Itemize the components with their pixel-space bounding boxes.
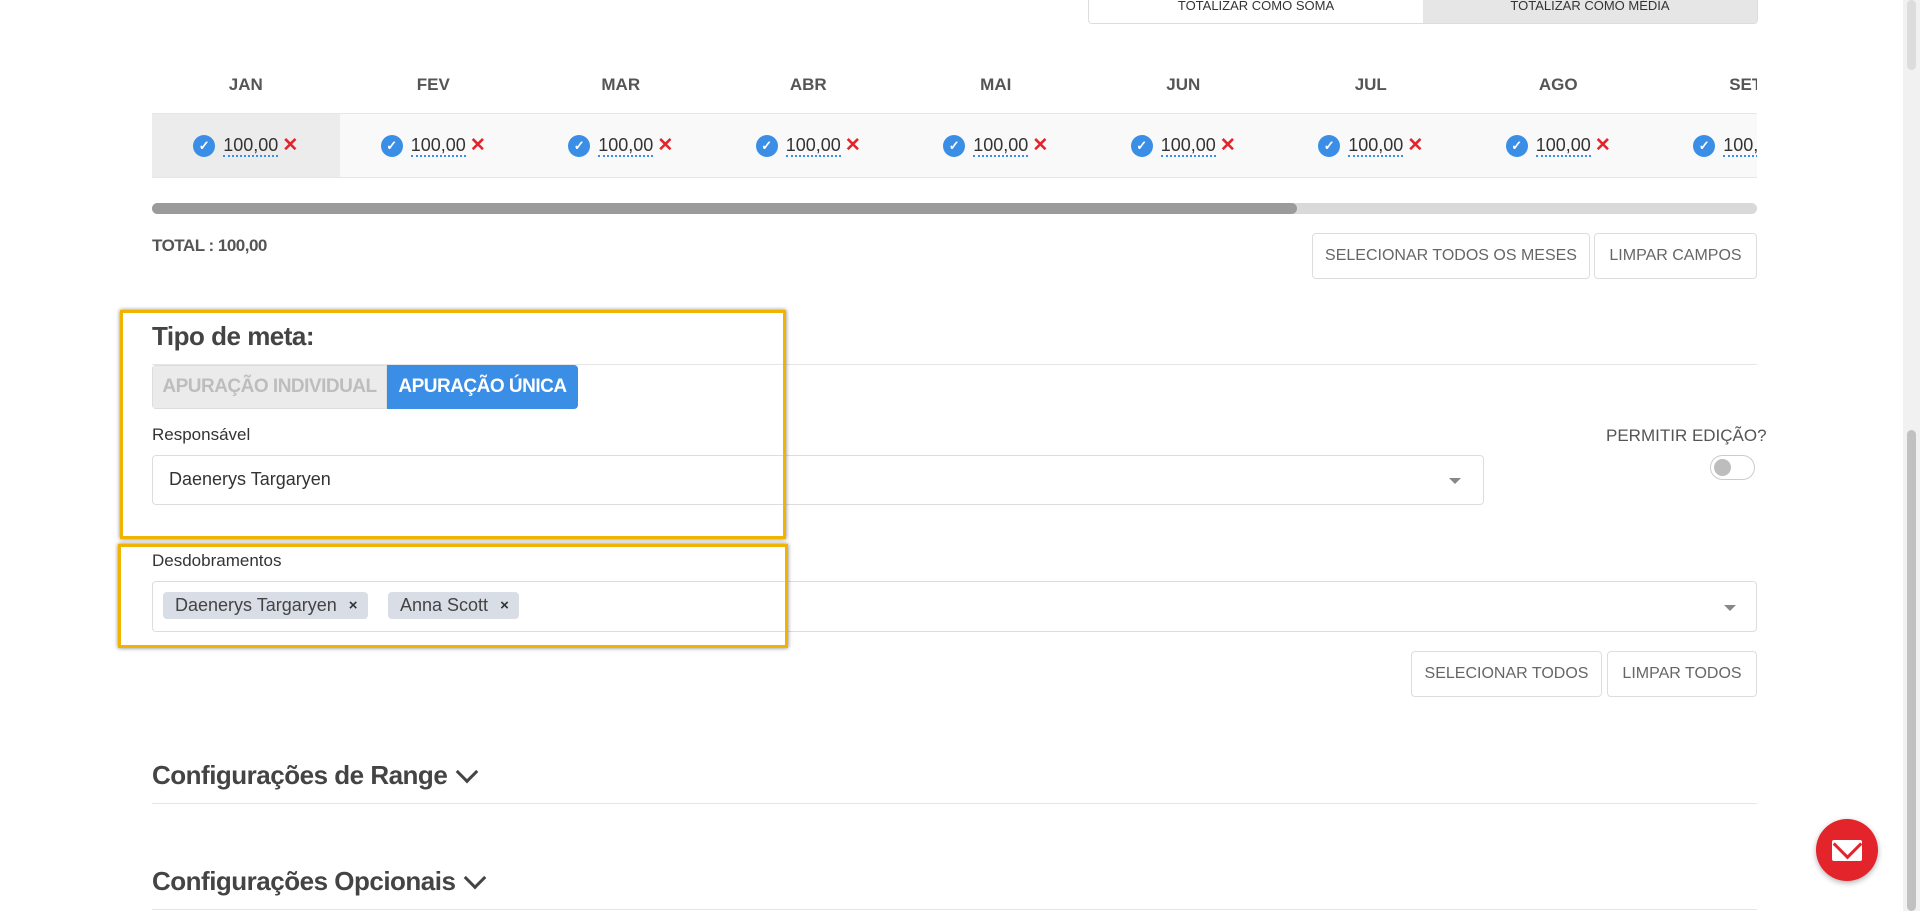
month-value[interactable]: 100,00 xyxy=(410,135,466,157)
divider xyxy=(152,909,1757,910)
month-cell: ✓ 100,00 ✕ xyxy=(1277,114,1465,177)
month-label: SET xyxy=(1729,75,1757,94)
apuracao-individual-button[interactable]: APURAÇÃO INDIVIDUAL xyxy=(152,365,387,409)
x-icon[interactable]: ✕ xyxy=(657,134,673,157)
selected-tag: Daenerys Targaryen × xyxy=(163,592,368,619)
month-cell: ✓ 100,00 ✕ xyxy=(1090,114,1278,177)
apuracao-unica-button[interactable]: APURAÇÃO ÚNICA xyxy=(387,365,578,409)
x-icon[interactable]: ✕ xyxy=(1220,134,1236,157)
month-cell: ✓ 100,00 ✕ xyxy=(1652,114,1757,177)
month-value[interactable]: 100,00 xyxy=(785,135,841,157)
totalizar-media-button[interactable]: TOTALIZAR COMO MÉDIA xyxy=(1423,0,1757,23)
permitir-edicao-label: PERMITIR EDIÇÃO? xyxy=(1606,426,1767,445)
divider xyxy=(152,803,1757,804)
month-label: MAI xyxy=(980,75,1012,94)
check-circle-icon[interactable]: ✓ xyxy=(193,134,216,157)
month-cell: ✓ 100,00 ✕ xyxy=(152,114,340,177)
responsavel-label: Responsável xyxy=(152,425,251,444)
clear-fields-button[interactable]: LIMPAR CAMPOS xyxy=(1594,233,1757,279)
scrollbar-thumb[interactable] xyxy=(152,203,1297,214)
selected-tag: Anna Scott × xyxy=(388,592,519,619)
month-value[interactable]: 100,00 xyxy=(1348,135,1404,157)
month-cell: ✓ 100,00 ✕ xyxy=(527,114,715,177)
permitir-edicao-toggle[interactable] xyxy=(1710,455,1755,480)
total-value: TOTAL : 100,00 xyxy=(152,236,267,255)
totalizar-soma-button[interactable]: TOTALIZAR COMO SOMA xyxy=(1089,0,1423,23)
desdobramentos-label: Desdobramentos xyxy=(152,551,282,570)
check-circle-icon[interactable]: ✓ xyxy=(1130,134,1153,157)
month-value[interactable]: 100,00 xyxy=(973,135,1029,157)
month-label: AGO xyxy=(1538,75,1578,94)
remove-tag-icon[interactable]: × xyxy=(349,597,358,614)
month-label: MAR xyxy=(601,75,641,94)
month-cell: ✓ 100,00 ✕ xyxy=(715,114,903,177)
month-label: JAN xyxy=(228,75,263,94)
totalizar-toggle: TOTALIZAR COMO SOMA TOTALIZAR COMO MÉDIA xyxy=(1088,0,1758,24)
month-value[interactable]: 100,00 xyxy=(1723,135,1757,157)
scrollbar-top-segment xyxy=(1907,0,1916,70)
optional-settings-title: Configurações Opcionais xyxy=(152,866,456,896)
tipo-meta-segmented-control: APURAÇÃO INDIVIDUAL APURAÇÃO ÚNICA xyxy=(152,365,578,409)
months-horizontal-scrollbar[interactable] xyxy=(152,203,1757,214)
x-icon[interactable]: ✕ xyxy=(1595,134,1611,157)
x-icon[interactable]: ✕ xyxy=(1407,134,1423,157)
month-label: ABR xyxy=(789,75,827,94)
range-settings-title: Configurações de Range xyxy=(152,760,448,790)
month-value[interactable]: 100,00 xyxy=(598,135,654,157)
responsavel-value: Daenerys Targaryen xyxy=(169,469,331,489)
months-values-row: ✓ 100,00 ✕ ✓ 100,00 ✕ ✓ 100,00 ✕ ✓ 100,0… xyxy=(152,113,1757,178)
month-label: JUN xyxy=(1166,75,1201,94)
remove-tag-icon[interactable]: × xyxy=(500,597,509,614)
envelope-icon xyxy=(1832,839,1862,861)
tag-label: Anna Scott xyxy=(400,595,489,615)
desdobramentos-multiselect[interactable]: Daenerys Targaryen × Anna Scott × xyxy=(152,581,1757,632)
scrollbar-thumb[interactable] xyxy=(1907,430,1916,911)
x-icon[interactable]: ✕ xyxy=(282,134,298,157)
page-vertical-scrollbar[interactable] xyxy=(1903,0,1920,911)
page: TOTALIZAR COMO SOMA TOTALIZAR COMO MÉDIA… xyxy=(0,0,1920,911)
toggle-knob xyxy=(1714,459,1731,476)
select-all-months-button[interactable]: SELECIONAR TODOS OS MESES xyxy=(1312,233,1590,279)
tag-label: Daenerys Targaryen xyxy=(175,595,337,615)
check-circle-icon[interactable]: ✓ xyxy=(568,134,591,157)
responsavel-select[interactable]: Daenerys Targaryen xyxy=(152,455,1484,505)
check-circle-icon[interactable]: ✓ xyxy=(943,134,966,157)
month-value[interactable]: 100,00 xyxy=(1160,135,1216,157)
caret-down-icon xyxy=(1724,605,1736,611)
caret-down-icon xyxy=(1449,478,1461,484)
month-label: FEV xyxy=(416,75,450,94)
month-label: JUL xyxy=(1354,75,1387,94)
month-value[interactable]: 100,00 xyxy=(223,135,279,157)
check-circle-icon[interactable]: ✓ xyxy=(1693,134,1716,157)
chevron-down-icon xyxy=(455,760,479,783)
clear-all-button[interactable]: LIMPAR TODOS xyxy=(1607,651,1757,697)
tipo-meta-title: Tipo de meta: xyxy=(152,321,315,351)
months-header: JAN FEV MAR ABR MAI JUN JUL AGO SET xyxy=(152,75,1757,105)
check-circle-icon[interactable]: ✓ xyxy=(1505,134,1528,157)
month-cell: ✓ 100,00 ✕ xyxy=(340,114,528,177)
contact-button[interactable] xyxy=(1816,819,1878,881)
range-settings-toggle[interactable]: Configurações de Range xyxy=(152,760,479,791)
x-icon[interactable]: ✕ xyxy=(470,134,486,157)
select-all-button[interactable]: SELECIONAR TODOS xyxy=(1411,651,1602,697)
x-icon[interactable]: ✕ xyxy=(845,134,861,157)
month-value[interactable]: 100,00 xyxy=(1535,135,1591,157)
chevron-down-icon xyxy=(464,866,487,889)
check-circle-icon[interactable]: ✓ xyxy=(755,134,778,157)
check-circle-icon[interactable]: ✓ xyxy=(1318,134,1341,157)
optional-settings-toggle[interactable]: Configurações Opcionais xyxy=(152,866,487,897)
x-icon[interactable]: ✕ xyxy=(1032,134,1048,157)
month-cell: ✓ 100,00 ✕ xyxy=(902,114,1090,177)
check-circle-icon[interactable]: ✓ xyxy=(380,134,403,157)
month-cell: ✓ 100,00 ✕ xyxy=(1465,114,1653,177)
